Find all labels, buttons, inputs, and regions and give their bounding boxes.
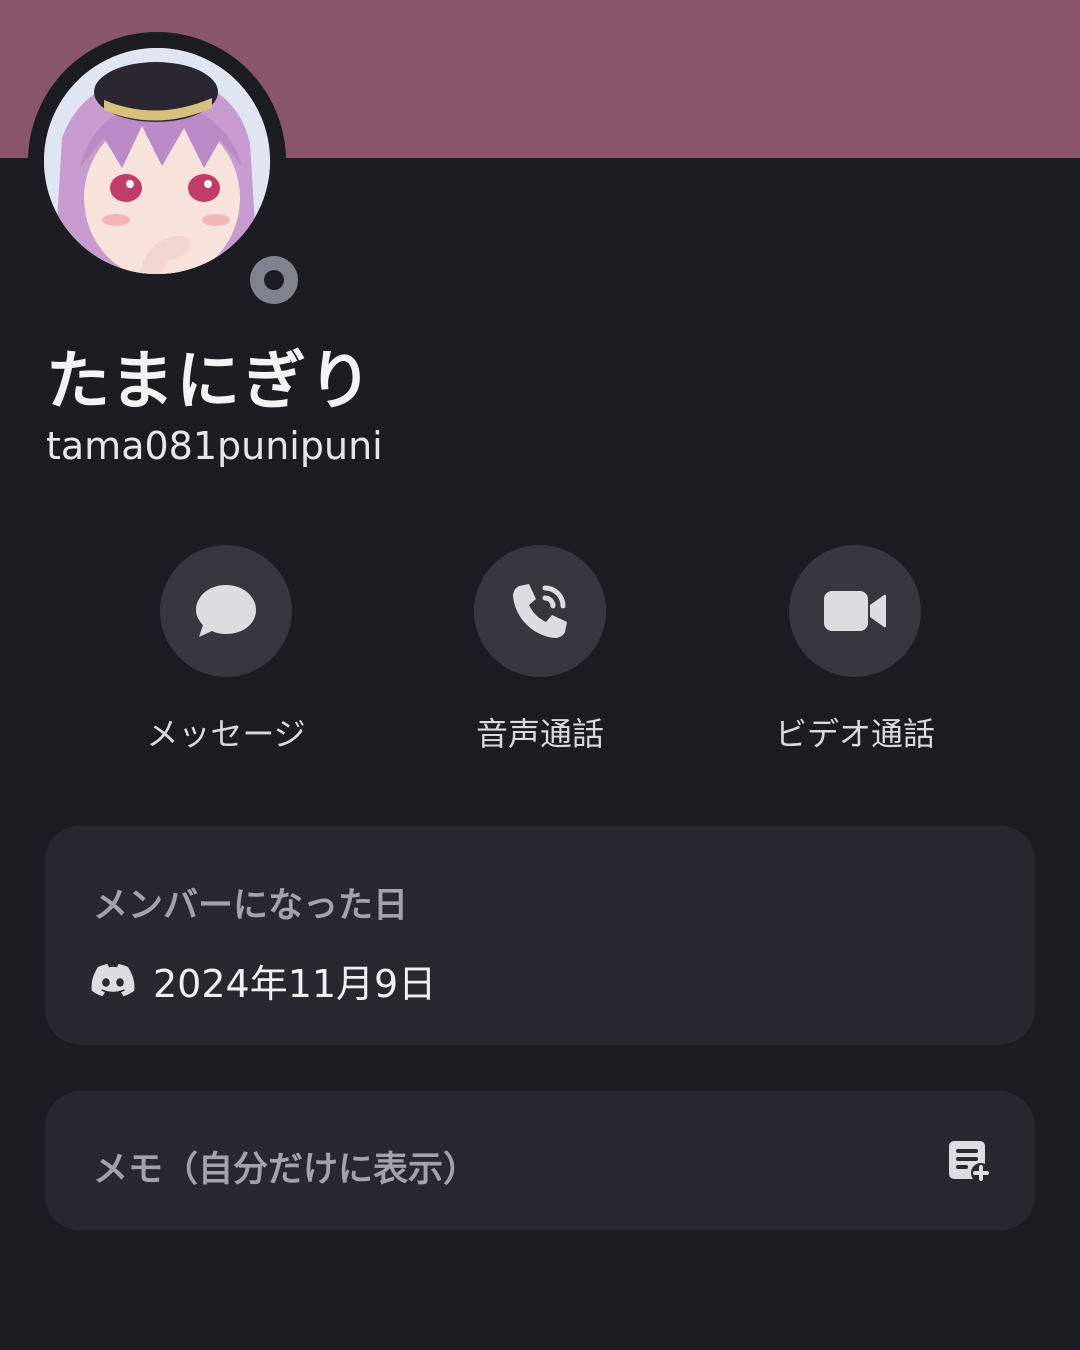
message-label: メッセージ bbox=[146, 715, 306, 753]
member-since-row: 2024年11月9日 bbox=[91, 953, 436, 1008]
avatar-container[interactable] bbox=[28, 32, 306, 312]
display-name: たまにぎり bbox=[46, 345, 375, 419]
note-card[interactable]: メモ（自分だけに表示） bbox=[45, 1091, 1035, 1231]
member-since-title: メンバーになった日 bbox=[93, 886, 409, 926]
avatar-image bbox=[44, 48, 270, 274]
note-label: メモ（自分だけに表示） bbox=[93, 1150, 479, 1190]
username: tama081punipuni bbox=[46, 424, 383, 468]
status-indicator bbox=[242, 248, 306, 312]
add-note-icon bbox=[949, 1141, 991, 1183]
phone-call-icon bbox=[513, 584, 567, 638]
voice-call-button-circle[interactable] bbox=[474, 545, 606, 677]
message-button-circle[interactable] bbox=[160, 545, 292, 677]
member-since-date: 2024年11月9日 bbox=[153, 962, 437, 1006]
chat-bubble-icon bbox=[196, 585, 256, 637]
member-since-card: メンバーになった日 2024年11月9日 bbox=[45, 825, 1035, 1045]
voice-call-button[interactable]: 音声通話 bbox=[410, 545, 670, 755]
video-call-button[interactable]: ビデオ通話 bbox=[725, 545, 985, 755]
avatar[interactable] bbox=[44, 48, 270, 274]
message-button[interactable]: メッセージ bbox=[96, 545, 356, 755]
video-camera-icon bbox=[824, 591, 886, 631]
discord-icon bbox=[91, 963, 135, 996]
offline-status-icon bbox=[250, 256, 298, 304]
video-call-label: ビデオ通話 bbox=[774, 715, 935, 753]
video-call-button-circle[interactable] bbox=[789, 545, 921, 677]
add-note-button[interactable] bbox=[947, 1139, 991, 1187]
voice-call-label: 音声通話 bbox=[475, 715, 604, 753]
